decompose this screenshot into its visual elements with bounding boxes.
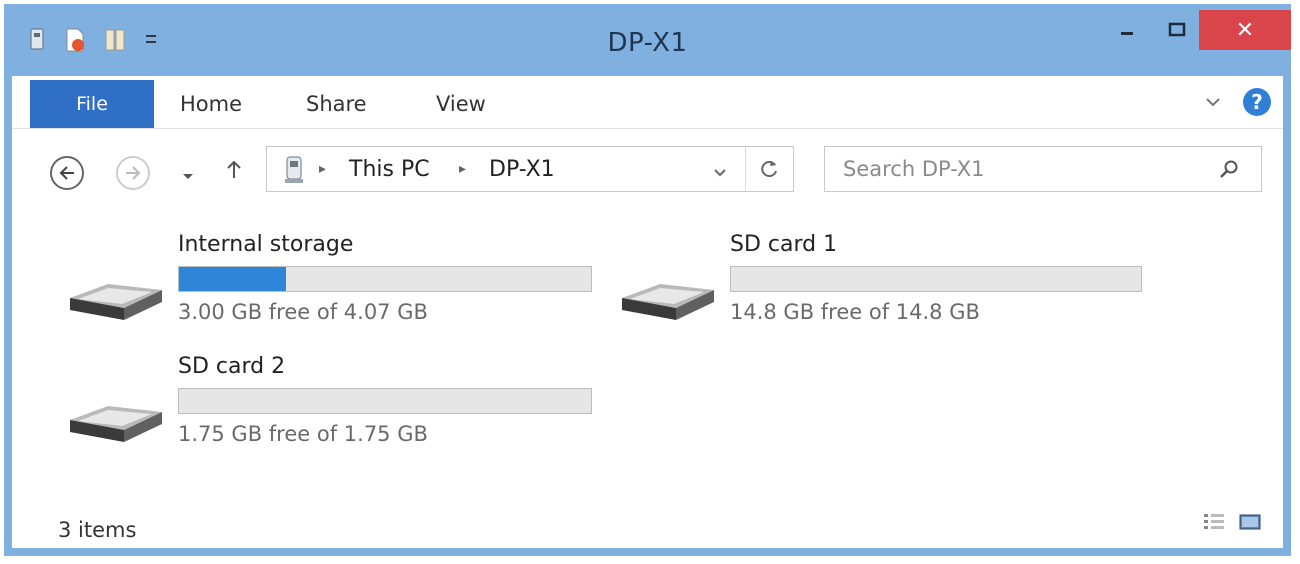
title-bar: DP-X1 ✕ [4, 4, 1291, 76]
expand-ribbon-icon[interactable] [1205, 93, 1221, 112]
minimize-button[interactable] [1105, 10, 1149, 50]
details-view-icon[interactable] [1203, 512, 1225, 532]
address-bar[interactable]: ▸ This PC ▸ DP-X1 [266, 146, 794, 192]
search-icon[interactable] [1219, 159, 1239, 183]
window-title: DP-X1 [607, 28, 688, 58]
drive-icon [62, 268, 166, 332]
drive-name: Internal storage [178, 232, 354, 257]
usage-bar-fill [179, 267, 287, 291]
drive-free-space: 1.75 GB free of 1.75 GB [178, 422, 428, 446]
navigation-bar: ▸ This PC ▸ DP-X1 Search DP-X1 [12, 128, 1283, 214]
usage-bar [178, 266, 592, 292]
address-divider [745, 147, 746, 191]
drive-icon [614, 268, 718, 332]
status-item-count: 3 items [58, 518, 137, 542]
drive-free-space: 14.8 GB free of 14.8 GB [730, 300, 980, 324]
refresh-icon[interactable] [761, 159, 779, 183]
drive-name: SD card 1 [730, 232, 838, 257]
drive-free-space: 3.00 GB free of 4.07 GB [178, 300, 428, 324]
ribbon-right-controls: ? [1205, 88, 1271, 116]
view-switcher [1189, 512, 1261, 532]
ribbon-tabs: File Home Share View ? [12, 76, 1283, 129]
back-button[interactable] [50, 156, 84, 190]
large-icons-view-icon[interactable] [1239, 512, 1261, 532]
back-arrow-icon [59, 166, 74, 180]
maximize-button[interactable] [1155, 10, 1199, 50]
breadcrumb-separator-icon: ▸ [319, 161, 327, 177]
breadcrumb-this-pc[interactable]: This PC [349, 157, 430, 182]
tab-file[interactable]: File [30, 80, 154, 128]
forward-arrow-icon [126, 166, 141, 180]
window-controls: ✕ [1099, 10, 1291, 50]
close-button[interactable]: ✕ [1199, 10, 1291, 50]
usage-bar [730, 266, 1142, 292]
search-input[interactable]: Search DP-X1 [843, 157, 984, 181]
search-box[interactable]: Search DP-X1 [824, 146, 1262, 192]
address-dropdown-icon[interactable] [713, 163, 727, 182]
forward-button[interactable] [116, 156, 150, 190]
recent-locations-icon[interactable] [182, 166, 194, 185]
tab-home[interactable]: Home [180, 92, 242, 116]
up-arrow-icon[interactable] [226, 160, 242, 184]
tab-share[interactable]: Share [306, 92, 367, 116]
tab-view[interactable]: View [436, 92, 486, 116]
usage-bar [178, 388, 592, 414]
explorer-window: DP-X1 ✕ File Home Share View ? ▸ This PC… [4, 4, 1291, 556]
device-icon [283, 155, 305, 189]
help-button[interactable]: ? [1243, 88, 1271, 116]
breadcrumb-dp-x1[interactable]: DP-X1 [489, 157, 555, 182]
help-icon: ? [1251, 90, 1263, 114]
breadcrumb-separator-icon: ▸ [459, 161, 467, 177]
drive-icon [62, 390, 166, 454]
close-icon: ✕ [1235, 17, 1255, 43]
drive-name: SD card 2 [178, 354, 286, 379]
